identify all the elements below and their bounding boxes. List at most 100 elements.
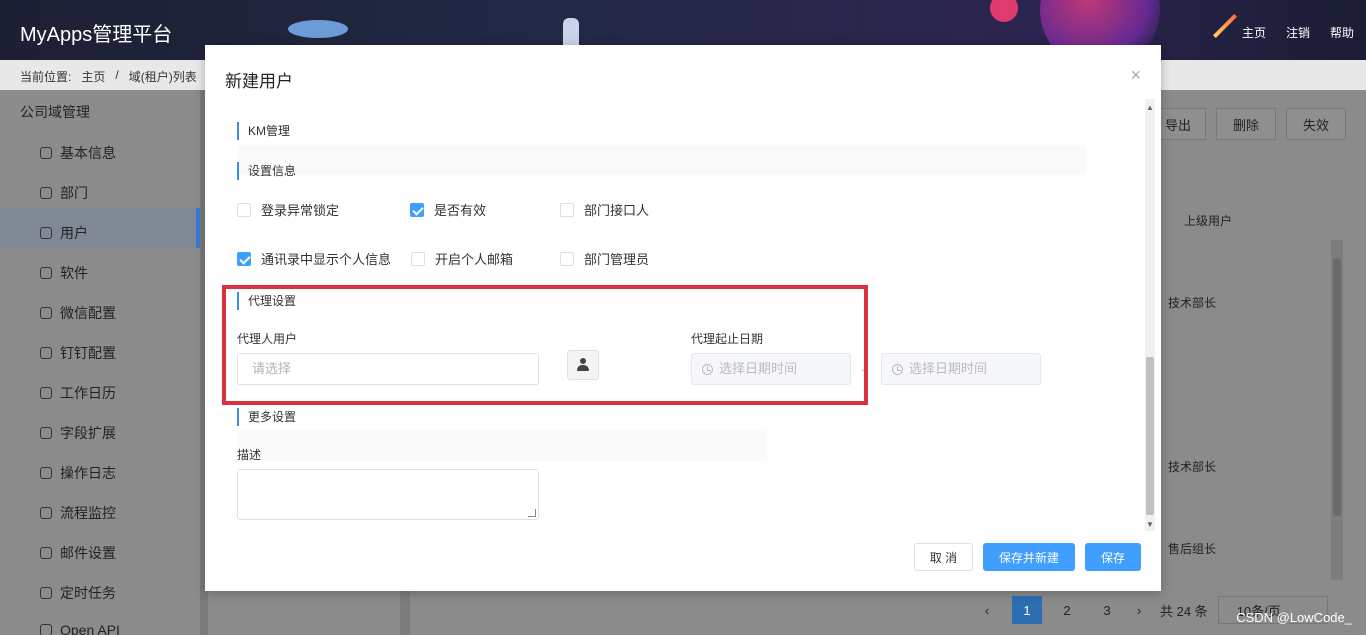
sidebar-item-label: 字段扩展 (60, 425, 116, 441)
cancel-button[interactable]: 取 消 (914, 543, 973, 571)
breadcrumb-separator: / (115, 68, 119, 82)
sidebar-item-label: 工作日历 (60, 385, 116, 401)
sidebar-item-dingtalk[interactable]: 钉钉配置 (40, 343, 116, 363)
sidebar-item-timer[interactable]: 定时任务 (40, 583, 116, 603)
nav-help-link[interactable]: 帮助 (1330, 24, 1354, 41)
table-cell: 技术部长 (1168, 296, 1217, 310)
dialog-scrollbar[interactable]: ▲ ▼ (1145, 99, 1155, 531)
checkbox-box[interactable] (237, 202, 251, 217)
calendar-icon (40, 387, 52, 399)
next-page-button[interactable]: › (1132, 596, 1146, 624)
sidebar-item-label: 定时任务 (60, 585, 116, 601)
select-user-button[interactable] (567, 350, 599, 380)
sidebar-item-label: 软件 (60, 265, 88, 281)
api-icon (40, 624, 52, 635)
sidebar-item-basic-info[interactable]: 基本信息 (40, 143, 116, 163)
checkbox-box[interactable] (410, 202, 424, 217)
dept-contact-checkbox[interactable]: 部门接口人 (560, 200, 649, 219)
section-settings: 设置信息 (237, 162, 296, 180)
sidebar-item-software[interactable]: 软件 (40, 263, 88, 283)
new-user-dialog: 新建用户 × ▲ ▼ KM管理 设置信息 登录异常锁定 是否有效 部门接口人 通… (205, 45, 1161, 591)
checkbox-label: 登录异常锁定 (261, 203, 340, 218)
sidebar-item-flow-monitor[interactable]: 流程监控 (40, 503, 116, 523)
sidebar-active-highlight (0, 208, 200, 248)
total-count: 共 24 条 (1160, 603, 1208, 619)
checkbox-box[interactable] (560, 202, 574, 217)
sidebar-item-wechat[interactable]: 微信配置 (40, 303, 116, 323)
page-3-button[interactable]: 3 (1092, 596, 1122, 624)
sidebar-item-label: 用户 (60, 225, 88, 241)
table-scrollbar-thumb[interactable] (1333, 258, 1341, 516)
proxy-start-date-input[interactable]: 选择日期时间 (691, 353, 851, 385)
sidebar-group-title[interactable]: 公司域管理 (20, 102, 90, 122)
monitor-icon (40, 507, 52, 519)
dept-admin-checkbox[interactable]: 部门管理员 (560, 249, 649, 268)
wechat-icon (40, 307, 52, 319)
breadcrumb-label: 当前位置: (20, 70, 72, 84)
decorative-blimp (288, 20, 348, 38)
nav-home-link[interactable]: 主页 (1242, 24, 1266, 41)
checkbox-label: 开启个人邮箱 (435, 252, 514, 267)
sidebar-item-label: 基本信息 (60, 145, 116, 161)
dialog-scrollbar-thumb[interactable] (1146, 357, 1154, 515)
proxy-settings-highlight-box (222, 285, 868, 405)
description-label: 描述 (237, 448, 262, 462)
sidebar-item-calendar[interactable]: 工作日历 (40, 383, 116, 403)
section-proxy: 代理设置 (237, 292, 296, 310)
delete-button[interactable]: 删除 (1216, 108, 1276, 140)
page-2-button[interactable]: 2 (1052, 596, 1082, 624)
scroll-up-arrow-icon[interactable]: ▲ (1146, 103, 1154, 112)
show-info-checkbox[interactable]: 通讯录中显示个人信息 (237, 249, 391, 268)
personal-mail-checkbox[interactable]: 开启个人邮箱 (411, 249, 513, 268)
save-button[interactable]: 保存 (1085, 543, 1141, 571)
date-placeholder: 选择日期时间 (909, 361, 988, 376)
close-icon[interactable]: × (1130, 65, 1141, 86)
disable-button[interactable]: 失效 (1286, 108, 1346, 140)
checkbox-label: 部门管理员 (584, 252, 650, 267)
clock-icon (892, 363, 903, 375)
sidebar-item-logs[interactable]: 操作日志 (40, 463, 116, 483)
clock-icon (40, 587, 52, 599)
sidebar-item-open-api[interactable]: Open API (40, 622, 120, 635)
log-icon (40, 467, 52, 479)
sidebar-item-label: Open API (60, 622, 120, 635)
scroll-down-arrow-icon[interactable]: ▼ (1146, 520, 1154, 529)
prev-page-button[interactable]: ‹ (972, 596, 1002, 624)
valid-checkbox[interactable]: 是否有效 (410, 200, 486, 219)
app-brand: MyApps管理平台 (20, 24, 173, 46)
resize-handle-icon[interactable] (528, 509, 536, 517)
description-textarea[interactable] (237, 469, 539, 520)
lock-checkbox[interactable]: 登录异常锁定 (237, 200, 339, 219)
save-and-new-button[interactable]: 保存并新建 (983, 543, 1075, 571)
plane-icon (40, 347, 52, 359)
sidebar-item-label: 邮件设置 (60, 545, 116, 561)
breadcrumb-home[interactable]: 主页 (81, 68, 105, 85)
nav-logout-link[interactable]: 注销 (1286, 24, 1310, 41)
clock-icon (702, 363, 713, 375)
sidebar-item-label: 微信配置 (60, 305, 116, 321)
table-cell: 技术部长 (1168, 460, 1217, 474)
checkbox-box[interactable] (560, 251, 574, 266)
user-icon (40, 227, 52, 239)
sidebar-item-mail[interactable]: 邮件设置 (40, 543, 116, 563)
sidebar-item-user[interactable]: 用户 (40, 223, 88, 243)
proxy-user-input[interactable]: 请选择 (237, 353, 539, 385)
sidebar-item-label: 部门 (60, 185, 88, 201)
date-placeholder: 选择日期时间 (719, 361, 798, 376)
sidebar-item-department[interactable]: 部门 (40, 183, 88, 203)
sidebar-item-fields[interactable]: 字段扩展 (40, 423, 116, 443)
decorative-planet-small (990, 0, 1018, 22)
dialog-title: 新建用户 (225, 72, 293, 91)
top-nav: 主页 注销 帮助 (1242, 24, 1354, 41)
sliders-icon (40, 427, 52, 439)
page-1-button[interactable]: 1 (1012, 596, 1042, 624)
table-column-header: 上级用户 (1184, 214, 1233, 228)
section-km: KM管理 (237, 122, 290, 140)
info-icon (40, 147, 52, 159)
checkbox-box[interactable] (237, 251, 251, 266)
checkbox-box[interactable] (411, 251, 425, 266)
section-background (237, 431, 767, 461)
proxy-end-date-input[interactable]: 选择日期时间 (881, 353, 1041, 385)
building-icon (40, 187, 52, 199)
section-more: 更多设置 (237, 408, 296, 426)
